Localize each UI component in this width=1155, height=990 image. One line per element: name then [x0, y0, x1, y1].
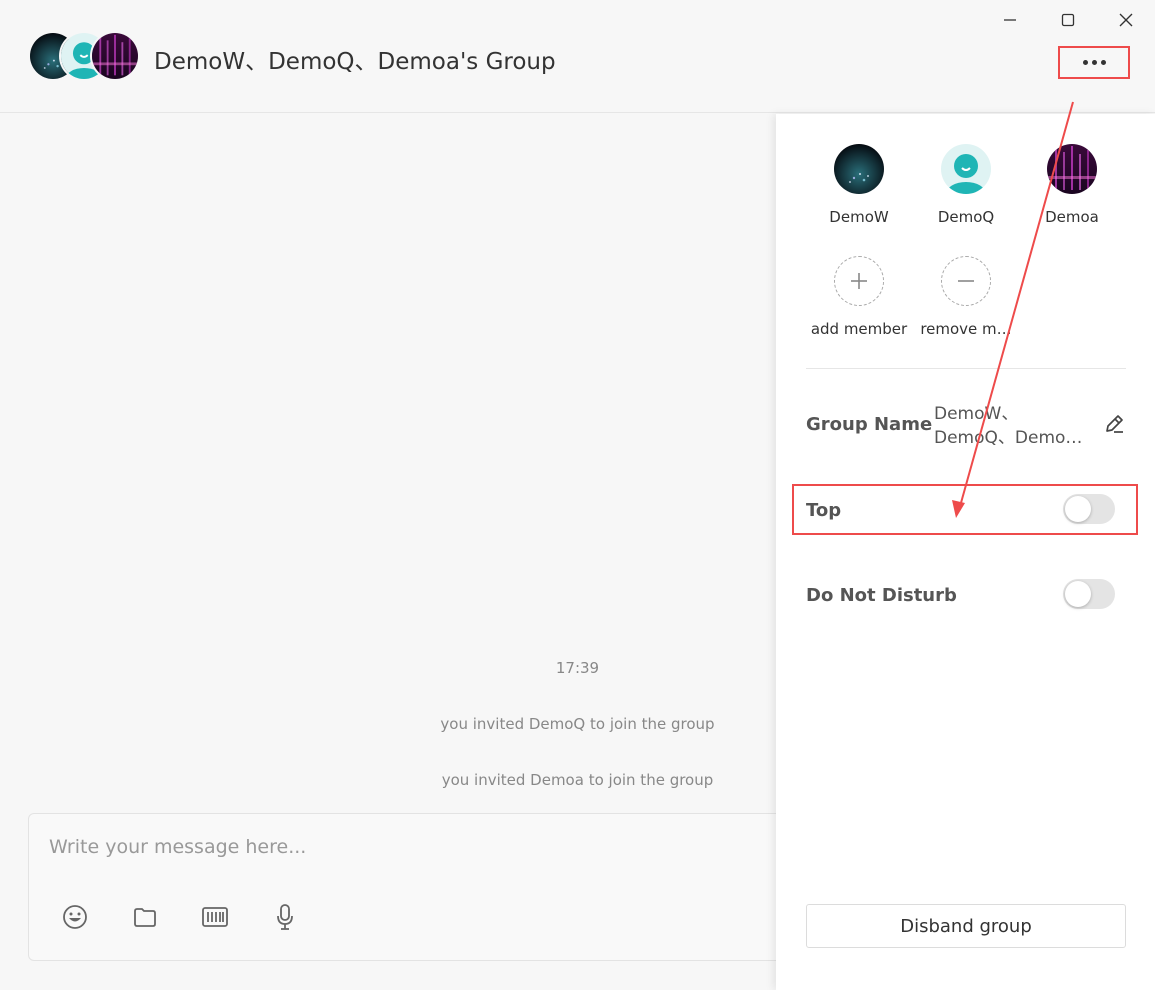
- file-button[interactable]: [130, 902, 160, 932]
- close-button[interactable]: [1097, 0, 1155, 40]
- screenshot-button[interactable]: [200, 902, 230, 932]
- group-avatar-stack: [28, 31, 140, 81]
- more-dots-icon: [1082, 60, 1088, 65]
- group-name-label: Group Name: [806, 414, 933, 435]
- toggle-knob: [1065, 581, 1091, 607]
- avatar-demoa: [90, 31, 140, 81]
- avatar: [941, 144, 991, 194]
- group-name-line: DemoW、: [934, 404, 1019, 424]
- minimize-button[interactable]: [981, 0, 1039, 40]
- window-controls: [981, 0, 1155, 40]
- remove-member-label: remove m…: [920, 320, 1012, 338]
- message-composer: [28, 813, 788, 961]
- add-member-label: add member: [810, 320, 908, 338]
- group-name-line: DemoQ、Demo…: [934, 428, 1083, 448]
- add-member-button[interactable]: add member: [804, 256, 914, 338]
- minimize-icon: [1004, 19, 1016, 21]
- plus-icon: [834, 256, 884, 306]
- microphone-icon: [277, 904, 293, 930]
- do-not-disturb-toggle[interactable]: [1063, 579, 1115, 609]
- group-name-value: DemoW、 DemoQ、Demo…: [934, 402, 1084, 450]
- close-icon: [1119, 13, 1133, 27]
- folder-icon: [134, 908, 156, 927]
- maximize-icon: [1061, 13, 1075, 27]
- member-name: Demoa: [1045, 208, 1099, 226]
- member-demow[interactable]: DemoW: [804, 144, 914, 226]
- disband-group-button[interactable]: Disband group: [806, 904, 1126, 948]
- group-title: DemoW、DemoQ、Demoa's Group: [154, 49, 556, 75]
- message-input[interactable]: [49, 836, 749, 858]
- toggle-knob: [1065, 496, 1091, 522]
- minus-icon: [941, 256, 991, 306]
- edit-group-name-button[interactable]: [1102, 412, 1126, 436]
- emoji-icon: [63, 905, 87, 929]
- group-settings-panel: DemoW DemoQ Demoa add member remove m… G…: [776, 114, 1155, 990]
- maximize-button[interactable]: [1039, 0, 1097, 40]
- member-name: DemoQ: [937, 208, 995, 226]
- pencil-icon: [1106, 415, 1123, 433]
- remove-member-button[interactable]: remove m…: [911, 256, 1021, 338]
- top-label: Top: [806, 500, 842, 521]
- divider: [806, 368, 1126, 369]
- do-not-disturb-label: Do Not Disturb: [806, 585, 957, 606]
- member-demoa[interactable]: Demoa: [1017, 144, 1127, 226]
- top-toggle[interactable]: [1063, 494, 1115, 524]
- avatar: [834, 144, 884, 194]
- member-name: DemoW: [829, 208, 889, 226]
- member-demoq[interactable]: DemoQ: [911, 144, 1021, 226]
- avatar: [1047, 144, 1097, 194]
- voice-button[interactable]: [270, 902, 300, 932]
- barcode-icon: [202, 907, 228, 927]
- title-bar: DemoW、DemoQ、Demoa's Group: [0, 0, 1155, 113]
- emoji-button[interactable]: [60, 902, 90, 932]
- more-options-button[interactable]: [1058, 46, 1130, 79]
